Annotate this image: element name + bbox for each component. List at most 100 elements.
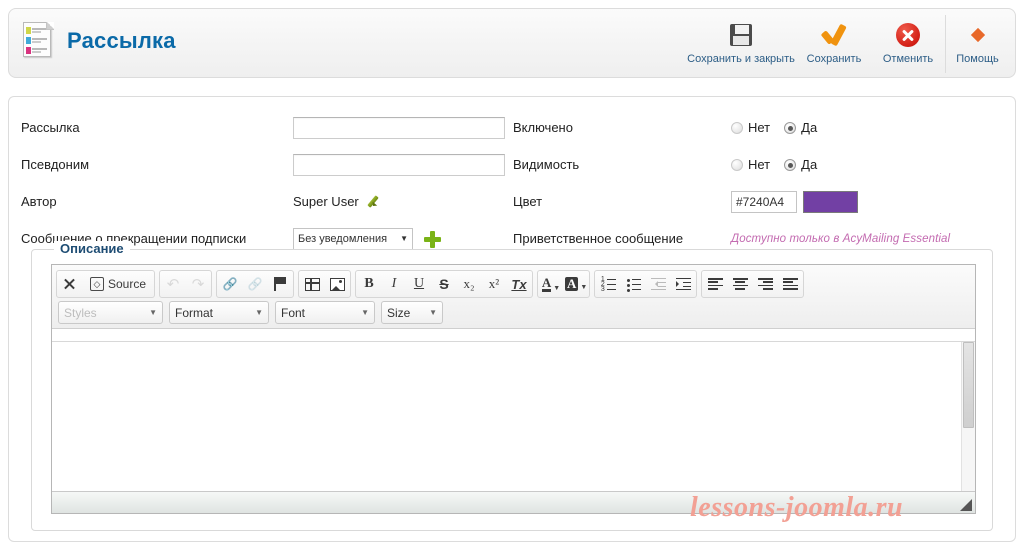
styles-select[interactable]: Styles ▼ xyxy=(58,301,163,324)
visibility-radio-yes[interactable]: Да xyxy=(784,157,817,172)
newsletter-document-icon xyxy=(21,21,55,61)
save-button[interactable]: Сохранить xyxy=(797,15,871,73)
image-icon[interactable] xyxy=(325,272,349,296)
enabled-radio-no-label: Нет xyxy=(748,120,771,135)
color-swatch[interactable] xyxy=(803,190,858,213)
field-color-row: Цвет xyxy=(513,183,1005,220)
page-root: Рассылка Сохранить и закрыть Сохранить О xyxy=(0,0,1024,550)
enabled-radio-no[interactable]: Нет xyxy=(731,120,770,135)
cancel-label: Отменить xyxy=(882,53,934,65)
pencil-icon[interactable] xyxy=(369,193,385,209)
radio-icon xyxy=(731,158,743,171)
enabled-radio-group: Нет Да xyxy=(731,120,817,135)
editor-group-colors: A ▼ A ▼ xyxy=(537,270,591,298)
field-enabled-label: Включено xyxy=(513,120,573,135)
help-button[interactable]: Помощь xyxy=(945,15,1009,73)
author-value-wrap: Super User xyxy=(293,193,385,211)
four-arrows-icon xyxy=(965,21,991,49)
header-panel: Рассылка Сохранить и закрыть Сохранить О xyxy=(8,8,1016,78)
editor-body[interactable] xyxy=(52,341,975,491)
color-hex-input[interactable] xyxy=(731,190,797,213)
field-welcome-label: Приветственное сообщение xyxy=(513,231,684,246)
anchor-flag-icon[interactable] xyxy=(268,272,292,296)
help-label: Помощь xyxy=(956,53,999,65)
numbered-list-icon[interactable]: 123 xyxy=(596,272,620,296)
field-alias-label: Псевдоним xyxy=(21,157,90,172)
subscript-icon[interactable]: x₂ xyxy=(457,272,481,296)
styles-select-value: Styles xyxy=(64,305,97,320)
align-center-icon[interactable] xyxy=(728,272,752,296)
chevron-down-icon: ▼ xyxy=(400,234,408,243)
format-select[interactable]: Format ▼ xyxy=(169,301,269,324)
field-newsletter-row: Рассылка xyxy=(21,109,513,146)
size-select[interactable]: Size ▼ xyxy=(381,301,443,324)
align-right-icon[interactable] xyxy=(753,272,777,296)
unsubscribe-select-value: Без уведомления xyxy=(298,232,388,245)
align-justify-icon[interactable] xyxy=(778,272,802,296)
italic-icon[interactable]: I xyxy=(382,272,406,296)
field-author-label: Автор xyxy=(21,194,57,209)
editor-resize-handle[interactable] xyxy=(959,498,973,512)
alias-input[interactable] xyxy=(293,153,505,176)
author-value: Super User xyxy=(293,193,359,209)
form-column-right: Включено Нет Да Видимость Нет Да Цвет #7… xyxy=(513,109,1005,246)
editor-group-paragraph: 123 xyxy=(594,270,698,298)
maximize-icon[interactable] xyxy=(58,272,82,296)
strikethrough-icon[interactable]: S xyxy=(432,272,456,296)
chevron-down-icon: ▼ xyxy=(361,308,369,317)
underline-icon[interactable]: U xyxy=(407,272,431,296)
save-label: Сохранить xyxy=(806,53,862,65)
cancel-button[interactable]: Отменить xyxy=(871,15,945,73)
editor-toolbar-row-1: ◇ Source ↶ ↷ 🔗 🔗 B I U S x₂ x² Tx A ▼ A … xyxy=(56,268,971,300)
editor-vertical-scrollbar[interactable] xyxy=(961,342,975,491)
editor-toolbar-row-2: Styles ▼ Format ▼ Font ▼ Size ▼ xyxy=(56,300,971,327)
font-select[interactable]: Font ▼ xyxy=(275,301,375,324)
enabled-radio-yes[interactable]: Да xyxy=(784,120,817,135)
newsletter-input[interactable] xyxy=(293,116,505,139)
font-select-value: Font xyxy=(281,305,306,320)
editor-content-area[interactable] xyxy=(53,342,961,491)
remove-format-icon[interactable]: Tx xyxy=(507,272,531,296)
field-newsletter-label: Рассылка xyxy=(21,120,80,135)
plus-icon[interactable] xyxy=(423,230,441,248)
indent-icon[interactable] xyxy=(671,272,695,296)
field-color-label: Цвет xyxy=(513,194,543,209)
editor-toolbar: ◇ Source ↶ ↷ 🔗 🔗 B I U S x₂ x² Tx A ▼ A … xyxy=(52,265,975,329)
bulleted-list-icon[interactable] xyxy=(621,272,645,296)
editor-group-insert xyxy=(298,270,351,298)
align-left-icon[interactable] xyxy=(703,272,727,296)
link-icon[interactable]: 🔗 xyxy=(218,272,242,296)
editor-group-document: ◇ Source xyxy=(56,270,155,298)
unsubscribe-select[interactable]: Без уведомления ▼ xyxy=(293,227,413,250)
table-icon[interactable] xyxy=(300,272,324,296)
format-select-value: Format xyxy=(175,305,214,320)
radio-icon-selected xyxy=(784,121,797,134)
unlink-icon[interactable]: 🔗 xyxy=(243,272,267,296)
chevron-down-icon: ▼ xyxy=(255,308,263,317)
welcome-upgrade-note: Доступно только в AcyMailing Essential xyxy=(731,232,951,245)
form-column-left: Рассылка Псевдоним Автор Super User Сооб… xyxy=(21,109,513,250)
redo-arrow-icon[interactable]: ↷ xyxy=(186,272,210,296)
red-x-circle-icon xyxy=(896,21,920,49)
color-controls xyxy=(731,190,858,213)
chevron-down-icon: ▼ xyxy=(149,308,157,317)
source-label: Source xyxy=(107,277,147,291)
save-and-close-button[interactable]: Сохранить и закрыть xyxy=(685,15,797,73)
editor-status-bar xyxy=(52,491,975,513)
radio-icon xyxy=(731,121,743,134)
floppy-disk-icon xyxy=(730,21,752,49)
save-and-close-label: Сохранить и закрыть xyxy=(687,53,795,65)
text-color-icon[interactable]: A ▼ xyxy=(539,272,563,296)
outdent-icon[interactable] xyxy=(646,272,670,296)
page-title: Рассылка xyxy=(67,28,176,53)
source-code-button[interactable]: ◇ Source xyxy=(83,272,153,296)
undo-arrow-icon[interactable]: ↶ xyxy=(161,272,185,296)
background-color-icon[interactable]: A ▼ xyxy=(564,272,588,296)
radio-icon-selected xyxy=(784,158,797,171)
size-select-value: Size xyxy=(387,305,411,320)
editor-scrollbar-thumb[interactable] xyxy=(963,342,974,428)
visibility-radio-no[interactable]: Нет xyxy=(731,157,770,172)
editor-group-basic-styles: B I U S x₂ x² Tx xyxy=(355,270,533,298)
bold-icon[interactable]: B xyxy=(357,272,381,296)
superscript-icon[interactable]: x² xyxy=(482,272,506,296)
